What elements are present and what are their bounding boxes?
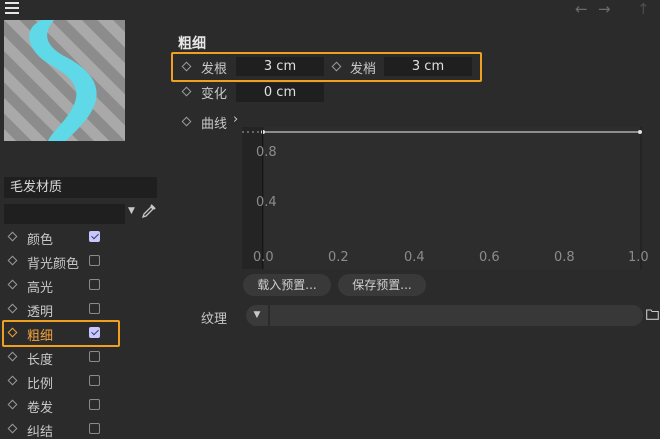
hair-preview-icon: [4, 20, 125, 141]
x-tick: 0.8: [554, 250, 575, 265]
channel-item-specular[interactable]: 高光: [0, 275, 120, 297]
keyframe-diamond-icon[interactable]: [181, 86, 192, 97]
channel-label: 颜色: [27, 233, 54, 248]
channel-label: 长度: [27, 353, 54, 368]
channel-checkbox[interactable]: [89, 327, 100, 338]
curve-expand-icon[interactable]: ›: [233, 112, 238, 127]
keyframe-diamond-icon[interactable]: [7, 255, 18, 266]
channel-checkbox[interactable]: [89, 279, 100, 290]
keyframe-diamond-icon[interactable]: [7, 375, 18, 386]
channel-checkbox[interactable]: [89, 303, 100, 314]
x-tick: 0.2: [328, 250, 349, 265]
texture-field[interactable]: [270, 305, 643, 326]
channel-checkbox[interactable]: [89, 231, 100, 242]
channel-label: 背光颜色: [27, 257, 80, 272]
tip-label: 发梢: [350, 62, 377, 77]
keyframe-diamond-icon[interactable]: [7, 351, 18, 362]
keyframe-diamond-icon[interactable]: [7, 231, 18, 242]
x-tick: 0.6: [479, 250, 500, 265]
y-tick: 0.8: [256, 145, 277, 160]
variation-label: 变化: [201, 87, 228, 102]
keyframe-diamond-icon[interactable]: [7, 303, 18, 314]
channel-item-scale[interactable]: 比例: [0, 371, 120, 393]
curve-plot-area[interactable]: [264, 127, 640, 269]
channel-label: 比例: [27, 377, 54, 392]
folder-icon[interactable]: [646, 309, 659, 324]
tip-thickness-field[interactable]: 3 cm: [384, 57, 472, 76]
x-tick: 0.4: [404, 250, 425, 265]
keyframe-diamond-icon[interactable]: [7, 399, 18, 410]
load-preset-button[interactable]: 载入预置...: [243, 274, 331, 296]
x-tick: 1.0: [628, 250, 649, 265]
variation-field[interactable]: 0 cm: [236, 83, 324, 102]
channel-checkbox[interactable]: [89, 423, 100, 434]
channel-label: 卷发: [27, 401, 54, 416]
texture-label: 纹理: [201, 312, 228, 327]
curve-line[interactable]: [242, 124, 642, 134]
channel-label: 粗细: [27, 329, 54, 344]
keyframe-diamond-icon[interactable]: [181, 116, 192, 127]
channel-item-thickness[interactable]: 粗细: [0, 323, 120, 345]
channel-item-kink[interactable]: 纠结: [0, 419, 120, 439]
x-tick: 0.0: [253, 250, 274, 265]
material-preview[interactable]: [4, 20, 125, 141]
channel-item-backlight[interactable]: 背光颜色: [0, 251, 120, 273]
channel-checkbox[interactable]: [89, 255, 100, 266]
channel-checkbox[interactable]: [89, 399, 100, 410]
root-label: 发根: [201, 62, 228, 77]
channel-item-frizz[interactable]: 卷发: [0, 395, 120, 417]
arrow-up-icon[interactable]: ↑: [637, 0, 650, 18]
channel-checkbox[interactable]: [89, 351, 100, 362]
chevron-down-icon[interactable]: ▼: [246, 305, 268, 326]
curve-label: 曲线: [201, 117, 228, 132]
channel-item-transparency[interactable]: 透明: [0, 299, 120, 321]
keyframe-diamond-icon[interactable]: [7, 327, 18, 338]
save-preset-button[interactable]: 保存预置...: [338, 274, 426, 296]
chevron-down-icon[interactable]: ▼: [128, 206, 135, 216]
channel-label: 透明: [27, 305, 54, 320]
channel-checkbox[interactable]: [89, 375, 100, 386]
channel-label: 高光: [27, 281, 54, 296]
keyframe-diamond-icon[interactable]: [7, 279, 18, 290]
section-title: 粗细: [178, 36, 206, 52]
arrow-left-icon[interactable]: ←: [575, 0, 588, 18]
root-thickness-field[interactable]: 3 cm: [236, 57, 324, 76]
channel-item-length[interactable]: 长度: [0, 347, 120, 369]
channel-item-color[interactable]: 颜色: [0, 227, 120, 249]
channel-label: 纠结: [27, 425, 54, 439]
hamburger-menu-icon[interactable]: [5, 2, 19, 14]
material-name-field[interactable]: 毛发材质: [4, 177, 157, 198]
y-tick: 0.4: [256, 195, 277, 210]
keyframe-diamond-icon[interactable]: [7, 423, 18, 434]
eyedropper-icon[interactable]: [141, 203, 157, 223]
arrow-right-icon[interactable]: →: [598, 0, 611, 18]
preset-select[interactable]: [4, 204, 125, 224]
